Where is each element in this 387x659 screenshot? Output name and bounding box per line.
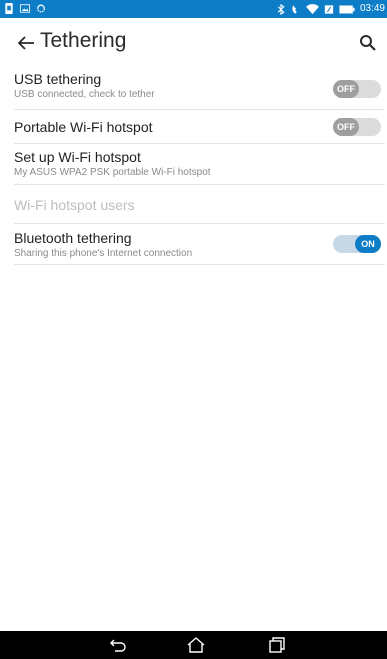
sim-icon — [5, 3, 13, 14]
status-right-icons: 03:49 — [276, 2, 385, 16]
setting-bluetooth-tethering[interactable]: Bluetooth tethering Sharing this phone's… — [14, 224, 385, 265]
status-time: 03:49 — [359, 3, 385, 14]
bluetooth-tethering-toggle[interactable]: ON — [333, 235, 381, 253]
usb-tethering-toggle[interactable]: OFF — [333, 80, 381, 98]
setting-text: Bluetooth tethering Sharing this phone's… — [14, 230, 192, 259]
setting-hotspot-users: Wi-Fi hotspot users — [14, 185, 385, 224]
portable-hotspot-toggle[interactable]: OFF — [333, 118, 381, 136]
search-icon[interactable] — [359, 34, 377, 52]
navigation-bar — [0, 631, 387, 659]
setting-title: USB tethering — [14, 71, 102, 87]
sync-icon — [37, 4, 45, 13]
settings-list: USB tethering USB connected, check to te… — [0, 70, 387, 265]
setting-portable-hotspot[interactable]: Portable Wi-Fi hotspot OFF — [14, 110, 385, 144]
setting-title: Set up Wi-Fi hotspot — [14, 149, 141, 165]
setting-text: Set up Wi-Fi hotspot My ASUS WPA2 PSK po… — [14, 149, 211, 178]
back-nav-icon[interactable] — [108, 636, 128, 654]
bluetooth-icon — [277, 3, 285, 15]
setting-title: Wi-Fi hotspot users — [14, 197, 135, 213]
app-bar: Tethering — [0, 18, 387, 70]
page-title: Tethering — [40, 29, 127, 52]
home-nav-icon[interactable] — [186, 636, 206, 654]
recents-nav-icon[interactable] — [266, 636, 286, 654]
setting-usb-tethering[interactable]: USB tethering USB connected, check to te… — [14, 70, 385, 110]
setting-subtitle: Sharing this phone's Internet connection — [14, 248, 193, 259]
status-bar: 03:49 — [0, 0, 387, 18]
setting-subtitle: My ASUS WPA2 PSK portable Wi-Fi hotspot — [14, 167, 211, 178]
usb-icon — [324, 4, 334, 14]
setting-text: Portable Wi-Fi hotspot — [14, 119, 153, 135]
toggle-state-label: OFF — [333, 80, 359, 98]
setting-title: Bluetooth tethering — [14, 230, 132, 246]
setting-setup-hotspot[interactable]: Set up Wi-Fi hotspot My ASUS WPA2 PSK po… — [14, 144, 385, 185]
phone-icon — [292, 4, 297, 14]
setting-text: Wi-Fi hotspot users — [14, 197, 135, 213]
toggle-state-label: OFF — [333, 118, 359, 136]
back-arrow-icon[interactable] — [14, 31, 38, 55]
setting-title: Portable Wi-Fi hotspot — [14, 119, 153, 135]
setting-subtitle: USB connected, check to tether — [14, 89, 155, 100]
image-icon — [20, 4, 30, 13]
toggle-state-label: ON — [355, 235, 381, 253]
wifi-icon — [306, 3, 319, 14]
setting-text: USB tethering USB connected, check to te… — [14, 71, 155, 100]
battery-icon — [339, 5, 355, 13]
status-left-icons — [4, 3, 46, 14]
